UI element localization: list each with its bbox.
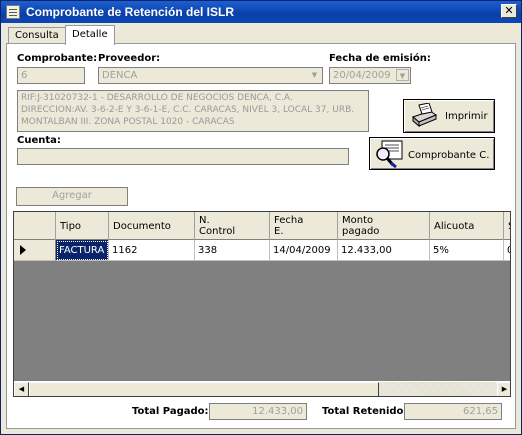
- comprobante-c-label: Comprobante C.: [408, 150, 490, 161]
- cell-documento[interactable]: 1162: [109, 240, 195, 261]
- fecha-label: Fecha de emisión:: [329, 53, 431, 64]
- tab-consulta[interactable]: Consulta: [8, 27, 66, 44]
- printer-icon: [412, 103, 438, 128]
- cell-alicuota[interactable]: 5%: [430, 240, 504, 261]
- proveedor-address-memo: RIF:J-31020732-1 - DESARROLLO DE NEGOCIO…: [17, 90, 369, 132]
- horizontal-scrollbar[interactable]: ◀ ▶: [14, 381, 510, 396]
- comprobante-c-button[interactable]: Comprobante C.: [369, 137, 495, 170]
- fecha-value: 20/04/2009: [333, 70, 391, 81]
- calendar-dropdown-icon[interactable]: ▼: [396, 69, 409, 81]
- detail-grid: Tipo Documento N. Control Fecha E. Monto…: [13, 211, 511, 397]
- proveedor-value: DENCA: [102, 70, 138, 81]
- column-header-control[interactable]: N. Control: [195, 212, 270, 240]
- title-bar[interactable]: Comprobante de Retención del ISLR ✕: [1, 1, 521, 23]
- proveedor-label: Proveedor:: [98, 53, 161, 64]
- column-header-indicator: [14, 212, 56, 240]
- scrollbar-track[interactable]: [379, 382, 497, 396]
- cell-tipo[interactable]: FACTURA: [56, 240, 109, 261]
- total-retenido-label: Total Retenido:: [322, 406, 408, 417]
- column-header-monto[interactable]: Monto pagado: [338, 212, 430, 240]
- imprimir-button[interactable]: Imprimir: [403, 99, 495, 133]
- column-header-extra[interactable]: S: [504, 212, 510, 240]
- row-indicator-arrow-icon: [14, 240, 56, 261]
- form-icon: [6, 5, 20, 19]
- total-pagado-label: Total Pagado:: [132, 406, 209, 417]
- column-header-tipo[interactable]: Tipo: [56, 212, 109, 240]
- cell-extra[interactable]: 0: [504, 240, 510, 261]
- address-line: DIRECCION:AV. 3-6-2-E Y 3-6-1-E, C.C. CA…: [21, 105, 355, 115]
- scrollbar-thumb[interactable]: [29, 382, 379, 396]
- agregar-button[interactable]: Agregar: [16, 187, 128, 206]
- retention-window: Comprobante de Retención del ISLR ✕ Cons…: [0, 0, 522, 435]
- scroll-right-icon[interactable]: ▶: [497, 382, 510, 396]
- close-button[interactable]: ✕: [501, 4, 517, 18]
- tab-detalle[interactable]: Detalle: [65, 25, 115, 45]
- cell-control[interactable]: 338: [195, 240, 270, 261]
- address-line: MONTALBAN III. ZONA POSTAL 1020 - CARACA…: [21, 117, 235, 127]
- total-retenido-field: 621,65: [404, 403, 502, 420]
- document-search-icon: [376, 140, 403, 168]
- total-pagado-field: 12.433,00: [209, 403, 307, 420]
- scroll-left-icon[interactable]: ◀: [14, 382, 29, 396]
- column-header-documento[interactable]: Documento: [109, 212, 195, 240]
- cuenta-field[interactable]: [17, 148, 349, 165]
- grid-header: Tipo Documento N. Control Fecha E. Monto…: [14, 212, 510, 240]
- address-line: RIF:J-31020732-1 - DESARROLLO DE NEGOCIO…: [21, 93, 293, 103]
- comprobante-label: Comprobante:: [17, 53, 98, 64]
- imprimir-label: Imprimir: [445, 111, 488, 122]
- column-header-fecha[interactable]: Fecha E.: [270, 212, 338, 240]
- chevron-down-icon[interactable]: ▼: [308, 69, 321, 81]
- cuenta-label: Cuenta:: [17, 135, 61, 146]
- fecha-picker[interactable]: 20/04/2009 ▼: [329, 67, 411, 84]
- comprobante-field[interactable]: 6: [17, 67, 85, 84]
- proveedor-select[interactable]: DENCA ▼: [98, 67, 323, 84]
- cell-fecha[interactable]: 14/04/2009: [270, 240, 338, 261]
- column-header-alicuota[interactable]: Alicuota: [430, 212, 504, 240]
- window-title: Comprobante de Retención del ISLR: [26, 5, 235, 19]
- cell-monto[interactable]: 12.433,00: [338, 240, 430, 261]
- table-row[interactable]: FACTURA 1162 338 14/04/2009 12.433,00 5%…: [14, 240, 510, 261]
